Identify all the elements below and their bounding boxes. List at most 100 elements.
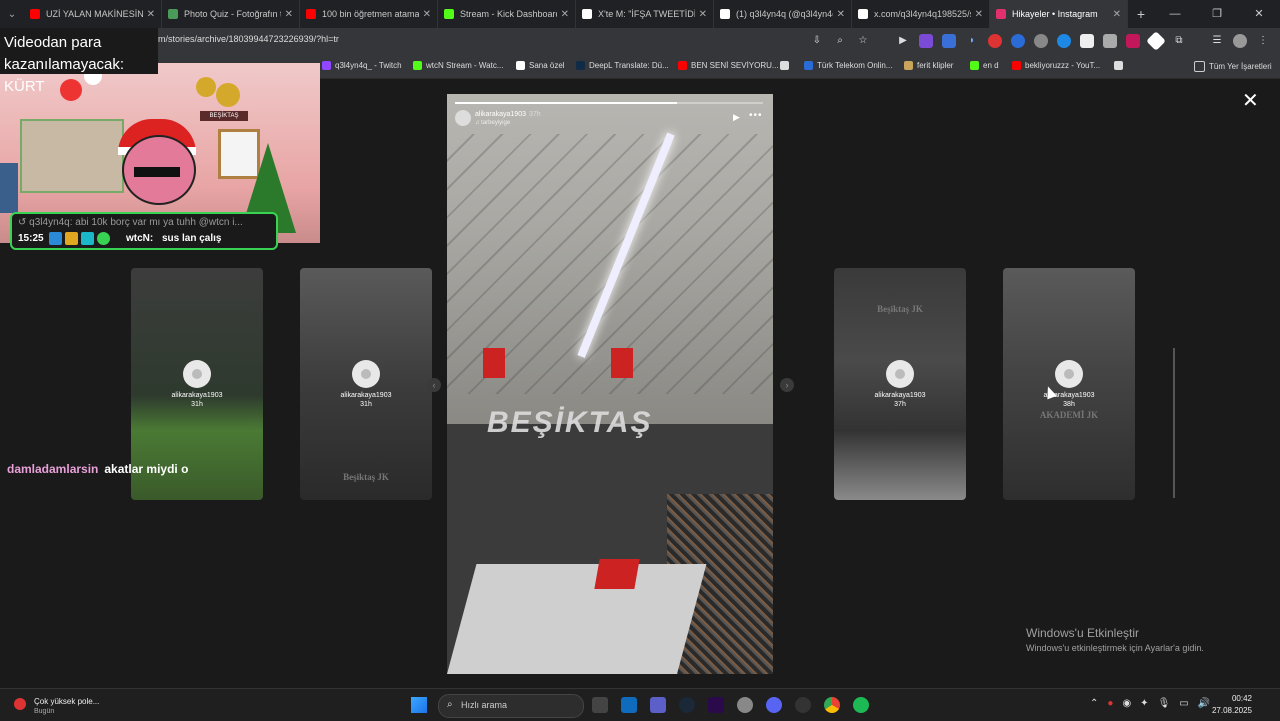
all-bookmarks[interactable]: Tüm Yer İşaretleri xyxy=(1194,61,1272,72)
story-card-2[interactable]: alikarakaya1903 31h Beşiktaş JK xyxy=(300,268,432,500)
microphone-icon[interactable]: 🎙 xyxy=(1158,698,1171,709)
story-card-3[interactable]: Beşiktaş JK alikarakaya1903 37h xyxy=(834,268,966,500)
tab-3[interactable]: 100 bin öğretmen atama ✕ xyxy=(300,0,438,28)
extension-10-icon[interactable] xyxy=(1126,34,1140,48)
bookmark-favicon-icon xyxy=(413,61,422,70)
bookmark-favicon-icon xyxy=(678,61,687,70)
flag xyxy=(611,348,633,378)
tab-close-icon[interactable]: ✕ xyxy=(975,9,983,20)
tab-title: UZİ YALAN MAKİNESİNDE xyxy=(46,9,143,19)
close-story-icon[interactable]: ✕ xyxy=(1242,88,1259,113)
tab-title: X'te M: "İFŞA TWEETİDİR xyxy=(598,9,695,19)
more-options-icon[interactable]: ••• xyxy=(749,110,763,121)
tab-close-icon[interactable]: ✕ xyxy=(837,9,845,20)
bookmark-9[interactable]: en d xyxy=(970,61,999,70)
reading-list-icon[interactable]: ☰ xyxy=(1210,34,1224,48)
start-icon[interactable] xyxy=(411,697,427,713)
story-card-4[interactable]: alikarakaya1903 38h AKADEMİ JK xyxy=(1003,268,1135,500)
bookmark-8[interactable]: ferit klipler xyxy=(904,61,953,70)
bookmark-5[interactable]: BEN SENİ SEVİYORU... xyxy=(678,61,779,70)
extensions-puzzle-icon[interactable]: ⧉ xyxy=(1172,34,1186,48)
file-explorer-icon[interactable] xyxy=(592,697,608,713)
close-window-icon[interactable]: ✕ xyxy=(1238,0,1280,28)
minimize-icon[interactable]: — xyxy=(1154,0,1196,28)
bookmark-6[interactable] xyxy=(780,61,793,70)
card-brand: AKADEMİ JK xyxy=(1039,410,1099,420)
tray-app-icon[interactable]: ◉ xyxy=(1122,698,1131,709)
discord-icon[interactable] xyxy=(766,697,782,713)
maximize-icon[interactable]: ❐ xyxy=(1196,0,1238,28)
app-icon[interactable] xyxy=(795,697,811,713)
menu-dots-icon[interactable]: ⋮ xyxy=(1256,34,1270,48)
zoom-icon[interactable]: ⌕ xyxy=(833,34,847,48)
extension-2-icon[interactable] xyxy=(942,34,956,48)
monetization-warning: Videodan para kazanılamayacak: KÜRT xyxy=(0,28,158,95)
chat-badges xyxy=(49,232,110,245)
tab-bar: ⌄ UZİ YALAN MAKİNESİNDE✕Photo Quiz - Fot… xyxy=(0,0,1280,28)
profile-avatar-icon[interactable] xyxy=(1233,34,1247,48)
story-username[interactable]: alikarakaya1903 xyxy=(475,111,526,118)
taskbar-search[interactable]: ⌕ Hızlı arama xyxy=(438,694,584,718)
extension-7-icon[interactable] xyxy=(1057,34,1071,48)
scrollbar[interactable] xyxy=(1173,348,1175,498)
prev-story-icon[interactable]: ‹ xyxy=(427,378,441,392)
teams-icon[interactable] xyxy=(650,697,666,713)
tray-app-icon[interactable]: ✦ xyxy=(1140,698,1148,709)
tab-close-icon[interactable]: ✕ xyxy=(699,9,707,20)
tab-7[interactable]: x.com/q3l4yn4q198525/s ✕ xyxy=(852,0,990,28)
settings-gear-icon[interactable] xyxy=(737,697,753,713)
bookmark-3[interactable]: Sana özel xyxy=(516,61,565,70)
extension-5-icon[interactable] xyxy=(1011,34,1025,48)
bookmark-2[interactable]: wtcN Stream - Watc... xyxy=(413,61,504,70)
tab-2[interactable]: Photo Quiz - Fotoğrafın t... ✕ xyxy=(162,0,300,28)
badge-icon xyxy=(81,232,94,245)
tab-close-icon[interactable]: ✕ xyxy=(285,9,293,20)
steam-icon[interactable] xyxy=(679,697,695,713)
story-viewer[interactable]: BEŞİKTAŞ alikarakaya1903 37h ♫ tarbeyiyi… xyxy=(447,94,773,674)
extension-6-icon[interactable] xyxy=(1034,34,1048,48)
tab-title: x.com/q3l4yn4q198525/s xyxy=(874,9,971,19)
tab-close-icon[interactable]: ✕ xyxy=(561,9,569,20)
bookmark-10[interactable]: bekliyoruzzz - YouT... xyxy=(1012,61,1100,70)
bookmark-1[interactable]: q3l4yn4q_ - Twitch xyxy=(322,61,402,70)
tab-search-icon[interactable]: ⌄ xyxy=(0,0,24,28)
story-avatar[interactable] xyxy=(455,110,471,126)
tab-8[interactable]: Hikayeler • Instagram ✕ xyxy=(990,0,1128,28)
extension-play-icon[interactable]: ▶ xyxy=(896,34,910,48)
new-tab-button[interactable]: + xyxy=(1128,6,1154,22)
extension-11-icon[interactable] xyxy=(1146,31,1166,51)
outlook-icon[interactable] xyxy=(621,697,637,713)
clock[interactable]: 00:42 27.08.2025 xyxy=(1206,693,1252,717)
chrome-icon[interactable] xyxy=(824,697,840,713)
tray-chevron-icon[interactable]: ⌃ xyxy=(1090,698,1098,709)
bookmark-star-icon[interactable]: ☆ xyxy=(856,34,870,48)
bookmark-7[interactable]: Türk Telekom Onlin... xyxy=(804,61,892,70)
network-icon[interactable]: ▭ xyxy=(1179,698,1188,709)
extension-8-icon[interactable] xyxy=(1080,34,1094,48)
premiere-icon[interactable] xyxy=(708,697,724,713)
tab-close-icon[interactable]: ✕ xyxy=(147,9,155,20)
bookmark-11[interactable] xyxy=(1114,61,1127,70)
bookmark-4[interactable]: DeepL Translate: Dü... xyxy=(576,61,669,70)
extension-1-icon[interactable] xyxy=(919,34,933,48)
tab-5[interactable]: X'te M: "İFŞA TWEETİDİR ✕ xyxy=(576,0,714,28)
spotify-icon[interactable] xyxy=(853,697,869,713)
tab-favicon-icon xyxy=(444,9,454,19)
tray-app-icon[interactable]: ● xyxy=(1107,698,1113,709)
bookmark-favicon-icon xyxy=(780,61,789,70)
tab-close-icon[interactable]: ✕ xyxy=(423,9,431,20)
extension-3-icon[interactable]: ◗ xyxy=(965,34,979,48)
extension-4-icon[interactable] xyxy=(988,34,1002,48)
install-icon[interactable]: ⇩ xyxy=(810,34,824,48)
avatar xyxy=(183,360,211,388)
ornament xyxy=(196,77,216,97)
tab-4[interactable]: Stream - Kick Dashboard ✕ xyxy=(438,0,576,28)
next-story-icon[interactable]: › xyxy=(780,378,794,392)
extension-9-icon[interactable] xyxy=(1103,34,1117,48)
story-audio-label[interactable]: ♫ tarbeyiyige xyxy=(475,120,510,126)
tab-6[interactable]: (1) q3l4yn4q (@q3l4yn4q ✕ xyxy=(714,0,852,28)
play-icon[interactable]: ▶ xyxy=(733,112,740,123)
tab-close-icon[interactable]: ✕ xyxy=(1113,9,1121,20)
tab-1[interactable]: UZİ YALAN MAKİNESİNDE ✕ xyxy=(24,0,162,28)
url-input[interactable]: m/stories/archive/18039944723226939/?hl=… xyxy=(158,34,339,44)
